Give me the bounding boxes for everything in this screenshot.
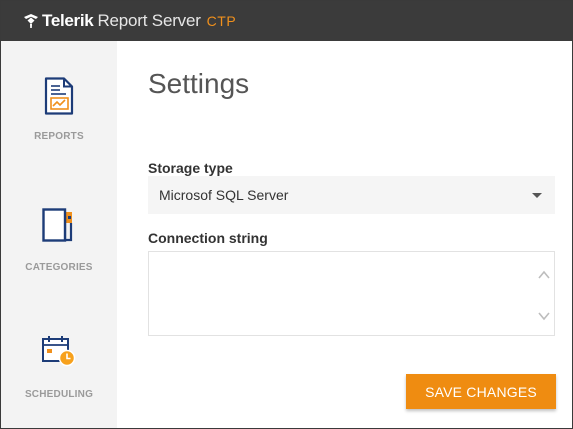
sidebar-item-scheduling[interactable]: SCHEDULING — [1, 333, 117, 400]
connection-string-label: Connection string — [148, 230, 268, 246]
settings-panel: Settings Storage type Microsof SQL Serve… — [117, 41, 572, 428]
save-changes-button[interactable]: SAVE CHANGES — [406, 374, 556, 409]
sidebar-item-reports[interactable]: REPORTS — [1, 77, 117, 142]
storage-type-value: Microsof SQL Server — [159, 187, 289, 203]
storage-type-select[interactable]: Microsof SQL Server — [148, 176, 555, 214]
telerik-logo-icon — [23, 13, 39, 29]
sidebar-item-categories[interactable]: CATEGORIES — [1, 207, 117, 273]
title-bar: Telerik Report Server CTP — [1, 1, 572, 41]
storage-type-label: Storage type — [148, 160, 233, 176]
categories-folder-icon — [1, 207, 117, 243]
product-name: Report Server — [97, 11, 201, 30]
chevron-down-icon — [532, 193, 542, 198]
edition-badge: CTP — [206, 13, 237, 29]
brand-name: Telerik — [42, 11, 94, 30]
sidebar-item-label: REPORTS — [34, 131, 84, 142]
calendar-clock-icon — [1, 333, 117, 369]
page-title: Settings — [148, 68, 250, 99]
connection-string-input[interactable] — [148, 251, 555, 336]
scroll-down-icon[interactable] — [538, 308, 550, 321]
report-document-icon — [1, 77, 117, 115]
app-window: Telerik Report Server CTP REPORTS CATEGO… — [0, 0, 573, 429]
scroll-up-icon[interactable] — [538, 267, 550, 279]
sidebar-item-label: CATEGORIES — [25, 262, 93, 273]
sidebar: REPORTS CATEGORIES SCHEDULING — [1, 41, 117, 428]
app-logo: Telerik Report Server CTP — [23, 1, 236, 41]
sidebar-item-label: SCHEDULING — [24, 389, 94, 400]
